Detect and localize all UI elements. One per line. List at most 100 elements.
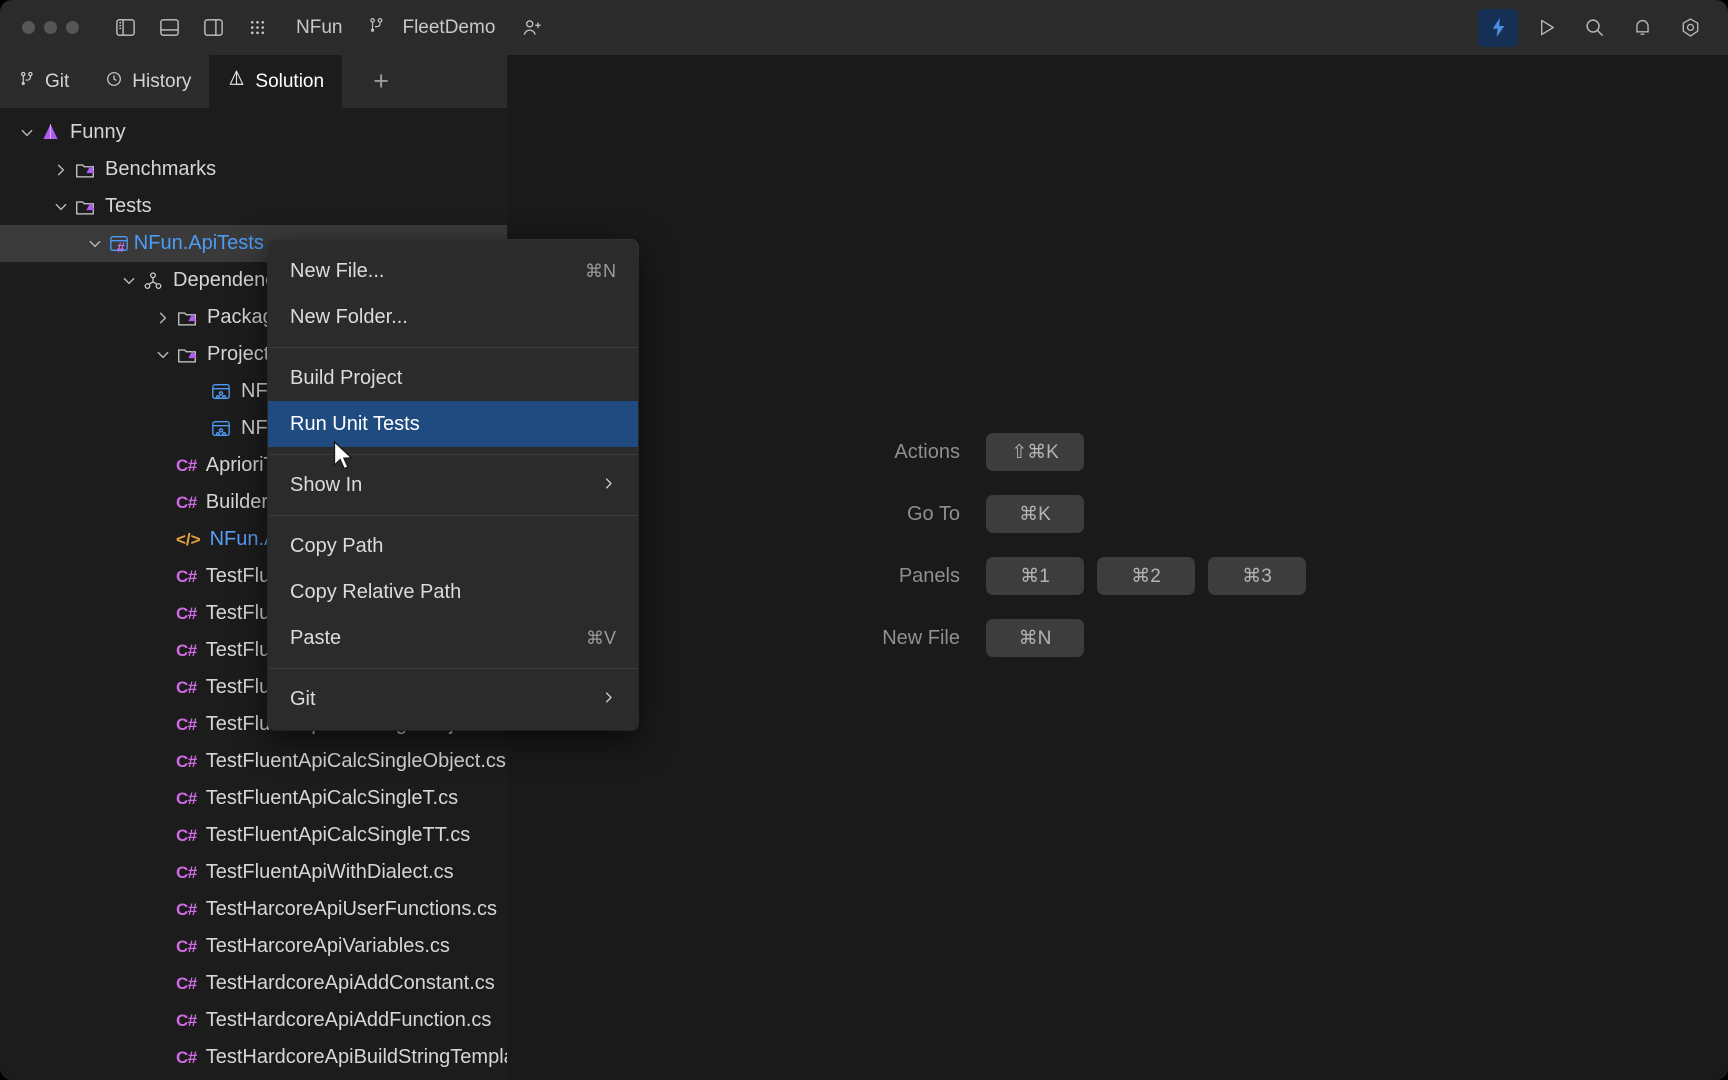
menu-item-label: New Folder... <box>290 305 408 328</box>
tab-label: History <box>132 70 192 92</box>
tab-solution[interactable]: Solution <box>209 55 343 108</box>
hint-key-group: ⇧⌘K <box>986 433 1306 471</box>
tab-label: Solution <box>255 70 325 92</box>
cs-icon: C# <box>176 640 197 660</box>
tree-item[interactable]: C# TestHardcoreApiAddConstant.cs <box>0 965 507 1002</box>
tree-item-label: TestFluentApiCalcSingleT.cs <box>205 787 459 809</box>
zoom-window-button[interactable] <box>66 21 79 34</box>
menu-item-run-unit-tests[interactable]: Run Unit Tests <box>268 401 638 447</box>
solution-icon <box>40 122 61 143</box>
branch-selector[interactable]: FleetDemo <box>367 13 504 43</box>
cs-icon: C# <box>176 492 197 512</box>
chevron-down-icon[interactable] <box>48 199 74 215</box>
menu-item-label: New File... <box>290 259 385 282</box>
project-ref-icon <box>210 382 232 402</box>
hint-key: ⌘3 <box>1208 557 1306 595</box>
cs-icon: C# <box>176 788 197 808</box>
settings-icon[interactable] <box>1670 9 1710 47</box>
notifications-icon[interactable] <box>1622 9 1662 47</box>
close-window-button[interactable] <box>22 21 35 34</box>
cs-icon: C# <box>176 714 197 734</box>
folder-icon <box>176 307 198 329</box>
tree-item[interactable]: C# TestHardcoreApiAddFunction.cs <box>0 1002 507 1039</box>
cs-icon: C# <box>176 677 197 697</box>
chevron-right-icon[interactable] <box>150 310 176 326</box>
tree-item-label: TestFluentApiCalcSingleObject.cs <box>205 750 506 772</box>
tree-item-label: TestHardcoreApiAddFunction.cs <box>205 1009 492 1031</box>
menu-separator <box>268 515 638 516</box>
tab-git[interactable]: Git <box>0 55 87 108</box>
chevron-down-icon[interactable] <box>150 347 176 363</box>
menu-item-show-in[interactable]: Show In <box>268 462 638 508</box>
menu-item-git[interactable]: Git <box>268 676 638 722</box>
tree-item-label: TestHarcoreApiVariables.cs <box>205 935 450 957</box>
add-user-icon[interactable] <box>512 9 552 47</box>
hint-key: ⇧⌘K <box>986 433 1084 471</box>
panel-toggle-group <box>105 9 277 47</box>
minimize-window-button[interactable] <box>44 21 57 34</box>
menu-item-paste[interactable]: Paste ⌘V <box>268 615 638 661</box>
cs-icon: C# <box>176 455 197 475</box>
hint-key: ⌘1 <box>986 557 1084 595</box>
tree-item[interactable]: Tests <box>0 188 507 225</box>
title-bar: NFun FleetDemo <box>0 0 1728 55</box>
tab-label: Git <box>45 70 70 92</box>
tree-item-label: TestFluentApiWithDialect.cs <box>205 861 454 883</box>
tree-item[interactable]: C# TestFluentApiCalcSingleT.cs <box>0 780 507 817</box>
hint-label: New File <box>882 626 960 649</box>
menu-item-copy-path[interactable]: Copy Path <box>268 523 638 569</box>
menu-item-copy-relative-path[interactable]: Copy Relative Path <box>268 569 638 615</box>
tree-item[interactable]: Benchmarks <box>0 151 507 188</box>
hint-key: ⌘N <box>986 619 1084 657</box>
tree-item[interactable]: C# TestFluentApiCalcSingleTT.cs <box>0 817 507 854</box>
right-panel-icon[interactable] <box>193 9 233 47</box>
run-icon[interactable] <box>1526 9 1566 47</box>
cs-icon: C# <box>176 603 197 623</box>
tree-item-label: Benchmarks <box>105 158 217 180</box>
tree-item-label: TestFluentApiCalcSingleTT.cs <box>205 824 471 846</box>
tree-item[interactable]: C# TestHarcoreApiUserFunctions.cs <box>0 891 507 928</box>
search-icon[interactable] <box>1574 9 1614 47</box>
menu-separator <box>268 668 638 669</box>
mouse-cursor <box>333 440 354 477</box>
cs-icon: C# <box>176 825 197 845</box>
chevron-right-icon <box>601 476 616 494</box>
chevron-right-icon[interactable] <box>48 162 74 178</box>
tree-item-label: TestHarcoreApiUserFunctions.cs <box>205 898 497 920</box>
tree-item[interactable]: C# TestHardcoreApiBuildStringTemplate.cs <box>0 1039 507 1076</box>
tab-history[interactable]: History <box>87 55 209 108</box>
context-menu[interactable]: New File... ⌘N New Folder... Build Project R… <box>268 240 638 730</box>
cs-icon: C# <box>176 566 197 586</box>
menu-item-new-file[interactable]: New File... ⌘N <box>268 248 638 294</box>
bottom-panel-icon[interactable] <box>149 9 189 47</box>
menu-item-new-folder[interactable]: New Folder... <box>268 294 638 340</box>
tree-item-label: Tests <box>105 195 152 217</box>
tree-item[interactable]: Funny <box>0 114 507 151</box>
menu-separator <box>268 347 638 348</box>
menu-item-label: Copy Path <box>290 534 384 557</box>
branch-icon <box>18 70 36 94</box>
tree-item[interactable]: C# TestHarcoreApiVariables.cs <box>0 928 507 965</box>
lightning-icon[interactable] <box>1478 8 1518 47</box>
left-panel-icon[interactable] <box>105 9 145 47</box>
hint-label: Go To <box>907 502 960 525</box>
add-tab-button[interactable]: + <box>342 55 420 108</box>
chevron-down-icon[interactable] <box>14 125 40 141</box>
project-name-label[interactable]: NFun <box>287 13 351 43</box>
cs-icon: C# <box>176 899 197 919</box>
clock-icon <box>105 70 123 94</box>
chevron-down-icon[interactable] <box>116 273 142 289</box>
chevron-down-icon[interactable] <box>82 236 108 252</box>
menu-item-label: Git <box>290 687 316 710</box>
grid-apps-icon[interactable] <box>237 9 277 47</box>
cs-icon: C# <box>176 973 197 993</box>
hint-key: ⌘K <box>986 495 1084 533</box>
tree-item-label: TestHardcoreApiAddConstant.cs <box>205 972 495 994</box>
menu-item-build-project[interactable]: Build Project <box>268 355 638 401</box>
tree-item[interactable]: C# TestFluentApiWithDialect.cs <box>0 854 507 891</box>
csharp-project-icon: # <box>108 232 128 255</box>
tree-item[interactable]: C# TestFluentApiCalcSingleObject.cs <box>0 743 507 780</box>
hint-key: ⌘2 <box>1097 557 1195 595</box>
menu-separator <box>268 454 638 455</box>
menu-item-label: Build Project <box>290 366 403 389</box>
